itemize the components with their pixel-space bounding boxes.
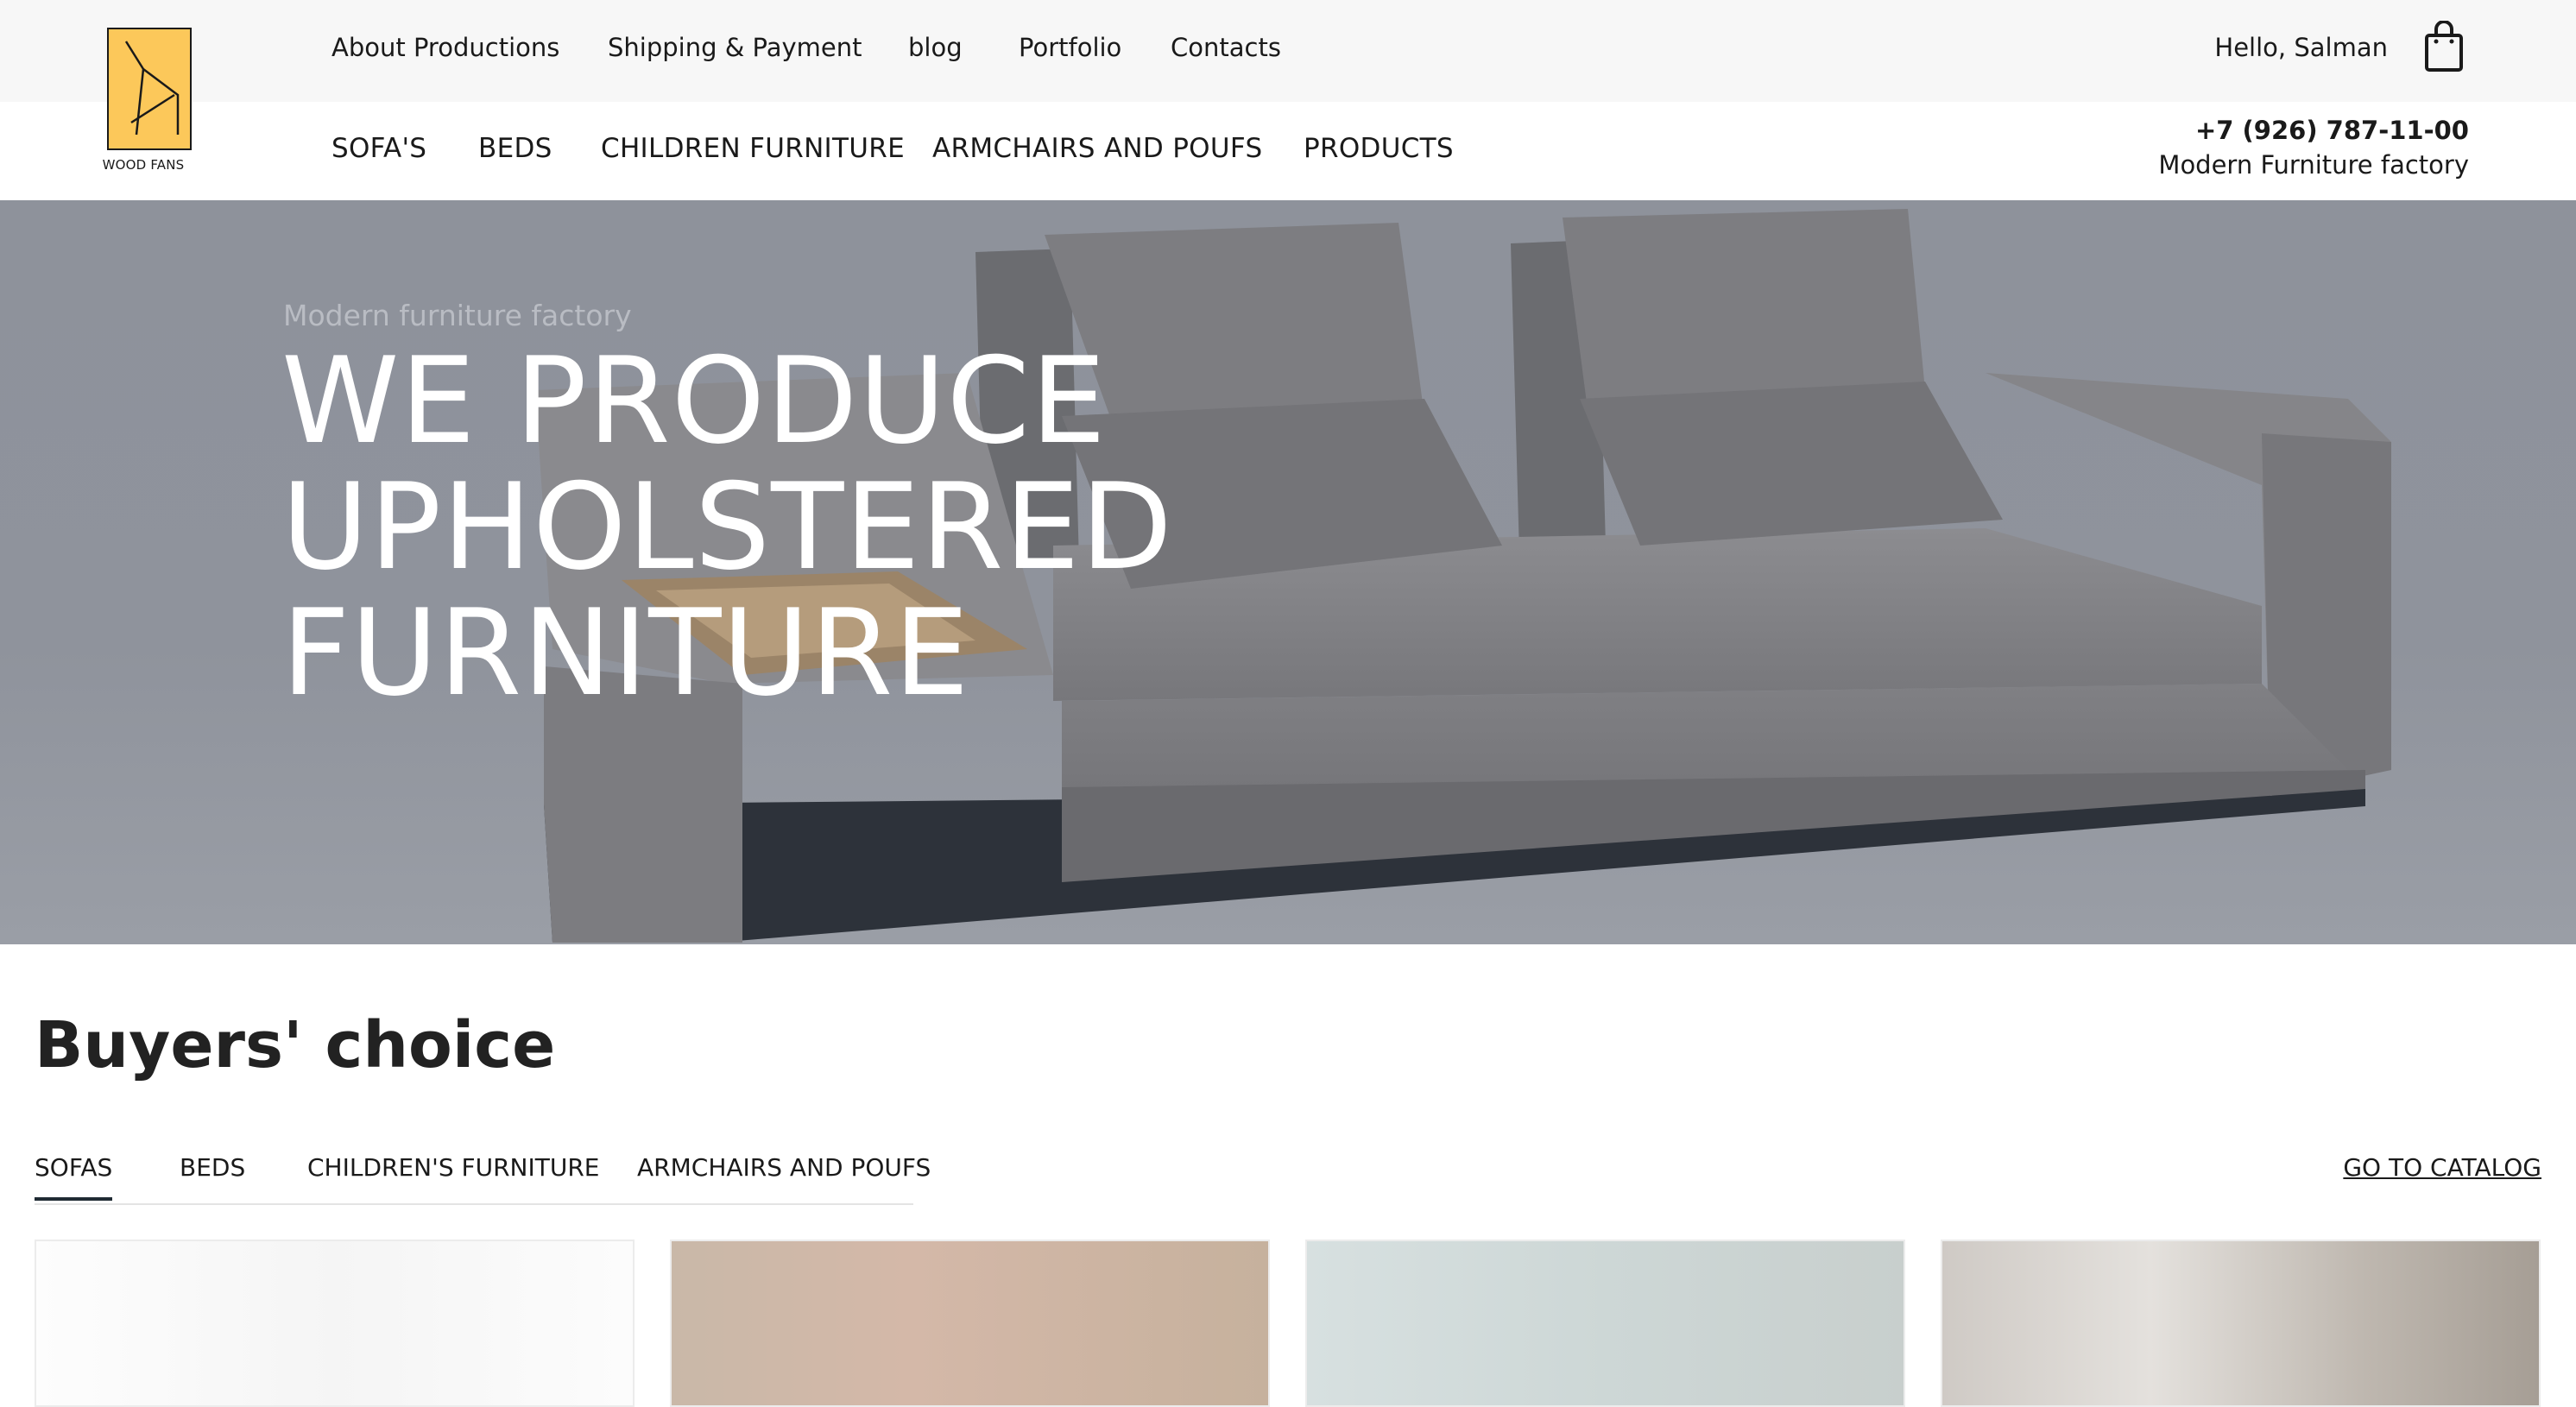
- hero-title-line: FURNITURE: [281, 584, 970, 722]
- nav-blog[interactable]: blog: [908, 33, 963, 62]
- nav-beds[interactable]: BEDS: [478, 133, 552, 164]
- shopping-bag-icon[interactable]: [2424, 20, 2464, 73]
- header-tagline: Modern Furniture factory: [2158, 150, 2469, 180]
- tab-childrens-furniture[interactable]: CHILDREN'S FURNITURE: [307, 1153, 600, 1182]
- hero-title-line: WE PRODUCE: [281, 331, 1108, 470]
- logo[interactable]: [107, 28, 192, 150]
- tab-armchairs-poufs[interactable]: ARMCHAIRS AND POUFS: [637, 1153, 931, 1182]
- hero-title-line: UPHOLSTERED: [281, 457, 1173, 596]
- nav-sofas[interactable]: SOFA'S: [331, 133, 426, 164]
- nav-products[interactable]: PRODUCTS: [1304, 133, 1454, 164]
- hero-banner: Modern furniture factory WE PRODUCE UPHO…: [0, 200, 2576, 944]
- section-title: Buyers' choice: [35, 1008, 556, 1082]
- nav-about-productions[interactable]: About Productions: [331, 33, 559, 62]
- hero-kicker: Modern furniture factory: [283, 299, 632, 332]
- nav-armchairs-poufs[interactable]: ARMCHAIRS AND POUFS: [932, 133, 1262, 164]
- go-to-catalog-link[interactable]: GO TO CATALOG: [2343, 1153, 2541, 1182]
- user-greeting[interactable]: Hello, Salman: [2214, 33, 2388, 62]
- product-card[interactable]: [35, 1240, 635, 1407]
- nav-portfolio[interactable]: Portfolio: [1019, 33, 1121, 62]
- nav-children-furniture[interactable]: CHILDREN FURNITURE: [601, 133, 905, 164]
- product-card[interactable]: [670, 1240, 1270, 1407]
- product-card[interactable]: [1305, 1240, 1905, 1407]
- tab-sofas[interactable]: SOFAS: [35, 1153, 113, 1201]
- product-image: [672, 1241, 1268, 1405]
- logo-text: WOOD FANS: [102, 157, 185, 173]
- nav-shipping-payment[interactable]: Shipping & Payment: [608, 33, 862, 62]
- product-tabs: SOFAS BEDS CHILDREN'S FURNITURE ARMCHAIR…: [35, 1148, 931, 1205]
- hero-title: WE PRODUCE UPHOLSTERED FURNITURE: [281, 338, 1173, 716]
- phone-number[interactable]: +7 (926) 787-11-00: [2195, 116, 2469, 145]
- product-image: [1942, 1241, 2539, 1405]
- product-image: [1307, 1241, 1904, 1405]
- nav-contacts[interactable]: Contacts: [1171, 33, 1281, 62]
- product-image: [36, 1241, 633, 1405]
- chair-logo-icon: [107, 28, 192, 150]
- tab-beds[interactable]: BEDS: [180, 1153, 245, 1182]
- product-card[interactable]: [1941, 1240, 2541, 1407]
